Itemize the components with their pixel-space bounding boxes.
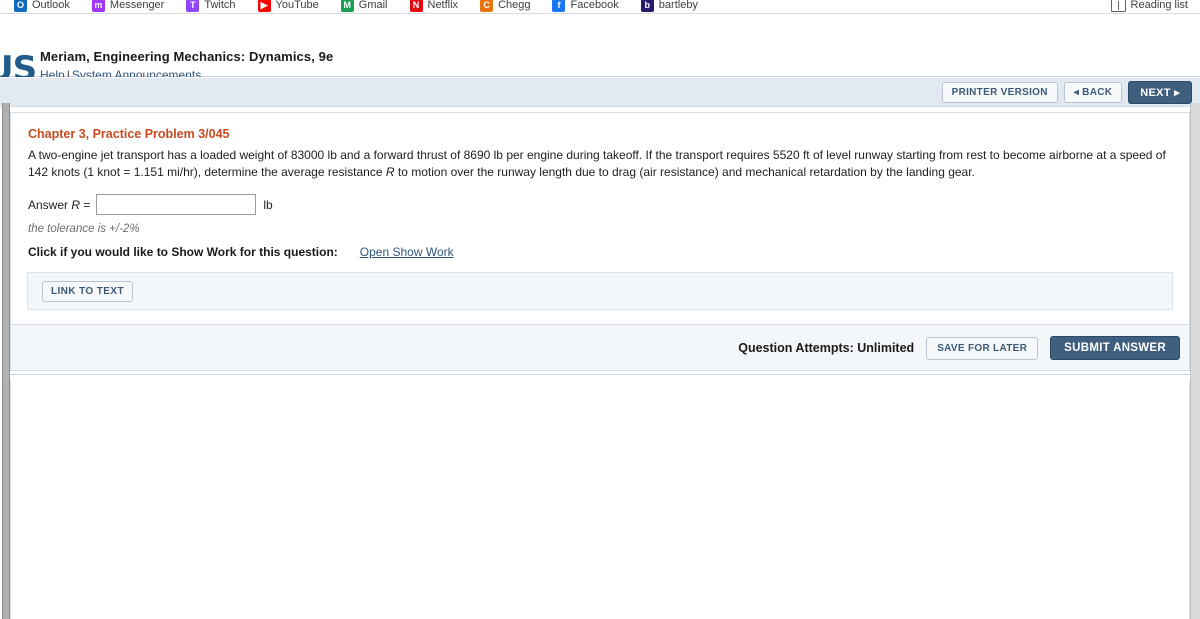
save-for-later-button[interactable]: SAVE FOR LATER	[926, 336, 1039, 360]
bookmark-label: Messenger	[109, 0, 165, 11]
messenger-icon: m	[91, 0, 105, 12]
question-card: Chapter 3, Practice Problem 3/045 A two-…	[10, 112, 1190, 325]
bartleby-icon: b	[640, 0, 654, 12]
question-body-part2: to motion over the runway length due to …	[394, 165, 975, 179]
reading-list-label: Reading list	[1130, 0, 1188, 11]
twitch-icon: T	[186, 0, 200, 12]
printer-version-button[interactable]: PRINTER VERSION	[941, 82, 1058, 103]
answer-label-variable: R	[71, 197, 81, 212]
question-body-variable: R	[385, 165, 395, 179]
question-action-bar: Question Attempts: Unlimited SAVE FOR LA…	[10, 325, 1190, 371]
show-work-prompt: Click if you would like to Show Work for…	[28, 245, 338, 259]
bookmark-label: Netflix	[427, 0, 459, 11]
bookmark-item[interactable]: f Facebook	[552, 0, 619, 12]
submit-answer-button[interactable]: SUBMIT ANSWER	[1050, 336, 1180, 360]
bookmark-item[interactable]: N Netflix	[409, 0, 459, 12]
back-button[interactable]: ◂ BACK	[1063, 82, 1123, 103]
chegg-icon: C	[480, 0, 494, 12]
answer-label: Answer R =	[28, 198, 90, 212]
bookmark-label: Gmail	[358, 0, 388, 11]
action-button-group: Question Attempts: Unlimited SAVE FOR LA…	[738, 336, 1180, 360]
browser-bookmarks-bar: O Outlook m Messenger T Twitch ▶ YouTube M Gmail N…	[0, 0, 1200, 14]
answer-label-post: =	[80, 197, 91, 212]
reading-list-button[interactable]: Reading list	[1110, 0, 1188, 13]
bookmark-item[interactable]: M Gmail	[340, 0, 388, 12]
bookmark-item[interactable]: C Chegg	[480, 0, 530, 12]
toolbar-strip: PRINTER VERSION ◂ BACK NEXT ▸	[0, 77, 1200, 107]
left-frame-scrollbar[interactable]	[2, 103, 10, 619]
tolerance-note: the tolerance is +/-2%	[28, 223, 140, 235]
bookmark-label: Twitch	[204, 0, 236, 11]
answer-input[interactable]	[96, 194, 257, 215]
bookmark-label: Outlook	[32, 0, 70, 11]
bookmark-item[interactable]: b bartleby	[640, 0, 698, 12]
gmail-icon: M	[340, 0, 354, 12]
reading-list-icon	[1110, 0, 1126, 12]
answer-label-pre: Answer	[28, 197, 72, 212]
bookmark-list: O Outlook m Messenger T Twitch ▶ YouTube M Gmail N…	[14, 0, 698, 13]
bookmark-item[interactable]: O Outlook	[14, 0, 70, 12]
facebook-icon: f	[552, 0, 566, 12]
next-button[interactable]: NEXT ▸	[1128, 81, 1192, 104]
bookmark-label: YouTube	[275, 0, 319, 11]
bookmark-label: Chegg	[498, 0, 531, 11]
bookmark-item[interactable]: m Messenger	[91, 0, 165, 12]
link-to-text-panel: LINK TO TEXT	[27, 272, 1173, 310]
youtube-icon: ▶	[257, 0, 271, 12]
content-divider-top	[10, 374, 1190, 375]
bookmark-item[interactable]: T Twitch	[186, 0, 236, 12]
open-show-work-link[interactable]: Open Show Work	[360, 245, 454, 259]
answer-row: Answer R = lb	[28, 194, 273, 215]
lower-content-pane	[10, 382, 1190, 619]
bookmark-label: bartleby	[658, 0, 698, 11]
right-frame-scrollbar[interactable]	[1190, 103, 1200, 619]
toolbar-button-group: PRINTER VERSION ◂ BACK NEXT ▸	[941, 81, 1192, 104]
link-to-text-button[interactable]: LINK TO TEXT	[42, 281, 133, 302]
app-header: US Meriam, Engineering Mechanics: Dynami…	[0, 14, 1200, 86]
netflix-icon: N	[409, 0, 423, 12]
bookmark-item[interactable]: ▶ YouTube	[257, 0, 319, 12]
bookmark-label: Facebook	[570, 0, 619, 11]
show-work-row: Click if you would like to Show Work for…	[28, 245, 454, 259]
question-body: A two-engine jet transport has a loaded …	[28, 147, 1174, 181]
answer-unit-label: lb	[263, 197, 273, 212]
question-attempts-label: Question Attempts: Unlimited	[738, 341, 915, 355]
question-title: Chapter 3, Practice Problem 3/045	[28, 127, 230, 141]
outlook-icon: O	[14, 0, 27, 12]
page-title: Meriam, Engineering Mechanics: Dynamics,…	[40, 49, 334, 64]
